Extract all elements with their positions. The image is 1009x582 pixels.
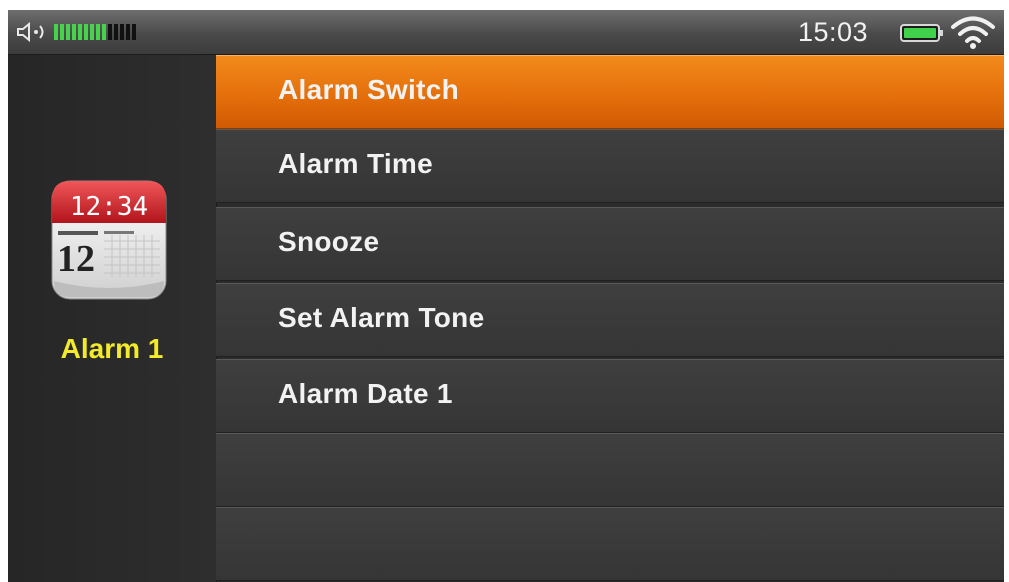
menu-item-alarm-switch[interactable]: Alarm Switch bbox=[216, 55, 1004, 129]
menu-item-empty bbox=[216, 433, 1004, 507]
menu-item-label: Alarm Time bbox=[278, 148, 433, 179]
menu-item-label: Alarm Date 1 bbox=[278, 378, 453, 409]
app-title: Alarm 1 bbox=[60, 333, 164, 364]
status-bar: 15:03 bbox=[8, 10, 1004, 55]
calendar-clock-icon: 12:34 12 bbox=[51, 180, 167, 300]
icon-date-number: 12 bbox=[57, 238, 95, 280]
device-screen: 15:03 12:34 12 Alarm 1 Alarm Switch Alar… bbox=[8, 10, 1004, 582]
wifi-icon bbox=[951, 16, 995, 49]
icon-time-display: 12:34 bbox=[70, 192, 148, 222]
volume-level-bar bbox=[54, 24, 136, 40]
battery-icon bbox=[900, 24, 943, 42]
sidebar: 12:34 12 Alarm 1 bbox=[8, 55, 217, 582]
menu-item-label: Set Alarm Tone bbox=[278, 302, 485, 333]
menu-item-alarm-date-1[interactable]: Alarm Date 1 bbox=[216, 359, 1004, 433]
menu-item-label: Snooze bbox=[278, 226, 380, 257]
menu-item-set-alarm-tone[interactable]: Set Alarm Tone bbox=[216, 283, 1004, 357]
status-clock: 15:03 bbox=[798, 17, 869, 47]
menu-item-alarm-time[interactable]: Alarm Time bbox=[216, 129, 1004, 203]
menu-item-empty bbox=[216, 507, 1004, 581]
speaker-icon bbox=[17, 21, 44, 43]
alarm-settings-menu: Alarm Switch Alarm Time Snooze Set Alarm… bbox=[216, 55, 1004, 582]
menu-item-label: Alarm Switch bbox=[278, 74, 459, 105]
menu-item-snooze[interactable]: Snooze bbox=[216, 207, 1004, 281]
